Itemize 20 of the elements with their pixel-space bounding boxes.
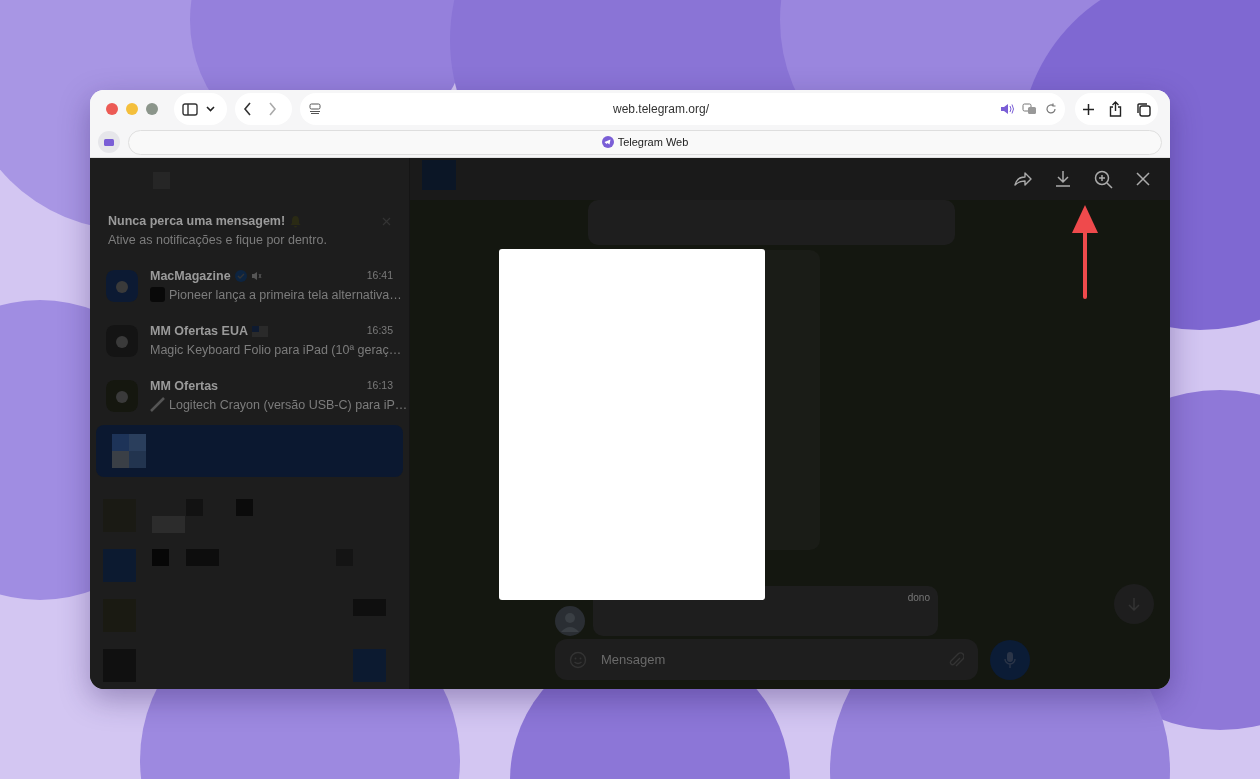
chat-preview: Logitech Crayon (versão USB-C) para iP…: [169, 396, 408, 414]
banner-title: Nunca perca uma mensagem!: [108, 213, 286, 230]
banner-subtitle: Ative as notificações e fique por dentro.: [108, 231, 328, 249]
url-text: web.telegram.org/: [611, 101, 710, 118]
chat-preview: Magic Keyboard Folio para iPad (10ª geraç…: [150, 341, 402, 359]
chat-item[interactable]: MM Ofertas 16:13 Logitech Crayon (versão USB-C) para iP…: [90, 368, 409, 423]
address-bar[interactable]: web.telegram.org/: [300, 93, 1065, 125]
chat-name: MM Ofertas EUA: [150, 322, 248, 340]
browser-tab[interactable]: Telegram Web: [128, 129, 1162, 155]
chat-time: 16:35: [366, 323, 393, 339]
chat-item[interactable]: MM Ofertas EUA 16:35 Magic Keyboard Folio para iPad (10ª geraç…: [90, 313, 409, 368]
chat-name: MM Ofertas: [150, 377, 219, 395]
chat-name: MacMagazine: [150, 267, 231, 285]
message-composer[interactable]: Mensagem: [555, 639, 978, 680]
chat-preview: Pioneer lança a primeira tela alternativa…: [169, 286, 402, 304]
chat-item[interactable]: MacMagazine 16:41 Pioneer lança a primeira tela alternativa…: [90, 258, 409, 313]
chat-time: 16:41: [366, 268, 393, 284]
chat-time: 16:13: [366, 378, 393, 394]
message-field[interactable]: Mensagem: [599, 648, 936, 671]
message-time: dono: [907, 591, 930, 605]
